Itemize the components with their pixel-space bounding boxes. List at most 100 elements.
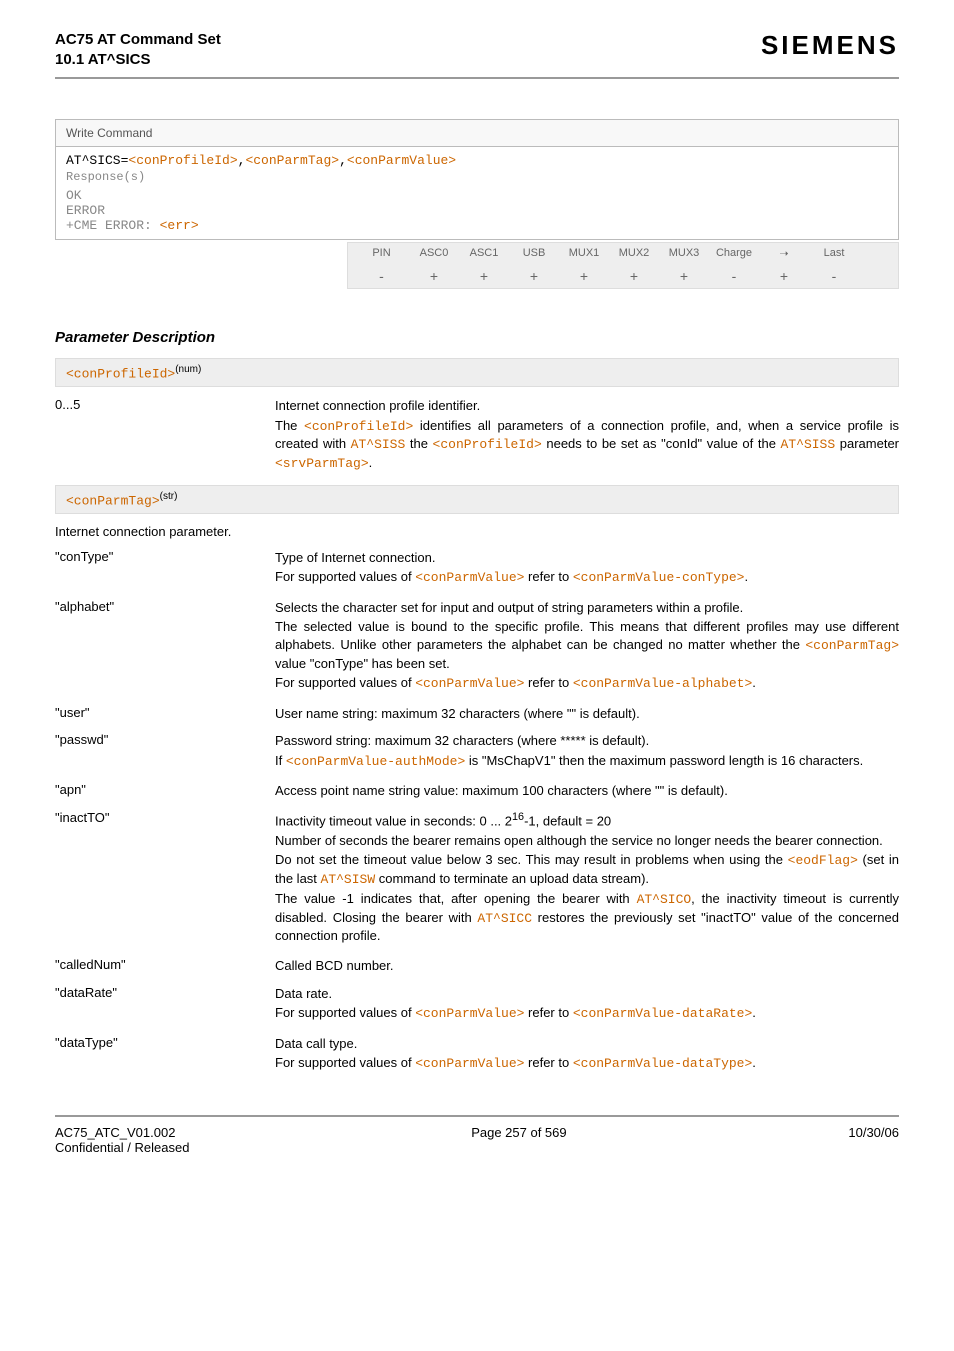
param-link[interactable]: <conProfileId> <box>304 419 413 434</box>
cme-prefix: +CME ERROR: <box>66 218 160 233</box>
param-link[interactable]: <srvParmTag> <box>275 456 369 471</box>
param-key: "passwd" <box>55 732 275 747</box>
footer-left: AC75_ATC_V01.002 Confidential / Released <box>55 1125 189 1155</box>
param-row: "calledNum" Called BCD number. <box>55 957 899 975</box>
param-link[interactable]: <conProfileId> <box>433 437 542 452</box>
param-link[interactable]: <conParmTag> <box>245 153 339 168</box>
footer-date: 10/30/06 <box>848 1125 899 1155</box>
doc-title: AC75 AT Command Set <box>55 30 221 50</box>
param-desc: Type of Internet connection. For support… <box>275 549 899 589</box>
grid-val: - <box>709 268 759 284</box>
grid-head: MUX2 <box>609 247 659 260</box>
param-link[interactable]: <conProfileId> <box>128 153 237 168</box>
param-key: "inactTO" <box>55 810 275 825</box>
syntax-prefix: AT^SICS= <box>66 153 128 168</box>
param-link[interactable]: <conParmValue> <box>415 676 524 691</box>
desc-line: Internet connection profile identifier. <box>275 397 899 415</box>
grid-val: - <box>354 268 409 284</box>
param-row: Internet connection parameter. <box>55 524 899 539</box>
err-link[interactable]: <err> <box>160 218 199 233</box>
capability-grid: PIN ASC0 ASC1 USB MUX1 MUX2 MUX3 Charge … <box>347 242 899 289</box>
param-type: (num) <box>175 364 201 375</box>
param-row: "apn" Access point name string value: ma… <box>55 782 899 800</box>
param-header-conprofileid: <conProfileId>(num) <box>55 358 899 387</box>
param-link[interactable]: <conParmValue-authMode> <box>286 754 465 769</box>
param-range: 0...5 <box>55 397 275 412</box>
grid-head: MUX1 <box>559 247 609 260</box>
grid-header-row: PIN ASC0 ASC1 USB MUX1 MUX2 MUX3 Charge … <box>348 243 898 264</box>
param-link[interactable]: <conParmValue-dataType> <box>573 1056 752 1071</box>
param-link[interactable]: <conParmValue> <box>415 1006 524 1021</box>
write-command-label: Write Command <box>55 119 899 147</box>
grid-val: + <box>659 268 709 284</box>
grid-val: + <box>609 268 659 284</box>
response-ok: OK <box>66 188 888 203</box>
param-key: "calledNum" <box>55 957 275 972</box>
brand-logo: SIEMENS <box>761 30 899 61</box>
param-row: "passwd" Password string: maximum 32 cha… <box>55 732 899 772</box>
cmd-link[interactable]: AT^SICO <box>637 892 692 907</box>
header-titles: AC75 AT Command Set 10.1 AT^SICS <box>55 30 221 69</box>
param-row: "conType" Type of Internet connection. F… <box>55 549 899 589</box>
response-cme: +CME ERROR: <err> <box>66 218 888 233</box>
grid-val: - <box>809 268 859 284</box>
param-link[interactable]: <conParmValue> <box>415 1056 524 1071</box>
param-type: (str) <box>160 491 178 502</box>
doc-subtitle: 10.1 AT^SICS <box>55 50 221 70</box>
page-header: AC75 AT Command Set 10.1 AT^SICS SIEMENS <box>55 30 899 69</box>
param-link[interactable]: <conParmTag> <box>805 638 899 653</box>
param-row: "user" User name string: maximum 32 char… <box>55 705 899 723</box>
grid-head: Last <box>809 247 859 260</box>
param-desc: Called BCD number. <box>275 957 899 975</box>
grid-value-row: - + + + + + + - + - <box>348 264 898 288</box>
param-row: "alphabet" Selects the character set for… <box>55 599 899 695</box>
param-key: "dataType" <box>55 1035 275 1050</box>
bottom-divider <box>55 1115 899 1117</box>
param-header-conparmtag: <conParmTag>(str) <box>55 485 899 514</box>
param-name[interactable]: <conProfileId> <box>66 366 175 381</box>
param-intro: Internet connection parameter. <box>55 524 275 539</box>
param-key: "dataRate" <box>55 985 275 1000</box>
footer-page: Page 257 of 569 <box>471 1125 566 1155</box>
param-key: "alphabet" <box>55 599 275 614</box>
cmd-link[interactable]: AT^SISW <box>321 872 376 887</box>
grid-head: Charge <box>709 247 759 260</box>
param-row: "dataType" Data call type. For supported… <box>55 1035 899 1075</box>
param-desc: Password string: maximum 32 characters (… <box>275 732 899 772</box>
grid-head: MUX3 <box>659 247 709 260</box>
param-row: "dataRate" Data rate. For supported valu… <box>55 985 899 1025</box>
grid-val: + <box>559 268 609 284</box>
param-desc: Data rate. For supported values of <conP… <box>275 985 899 1025</box>
cmd-link[interactable]: AT^SICC <box>477 911 532 926</box>
param-name[interactable]: <conParmTag> <box>66 493 160 508</box>
param-row: "inactTO" Inactivity timeout value in se… <box>55 810 899 947</box>
top-divider <box>55 77 899 79</box>
param-key: "conType" <box>55 549 275 564</box>
grid-val: + <box>409 268 459 284</box>
grid-val: + <box>509 268 559 284</box>
grid-head: ASC1 <box>459 247 509 260</box>
arrow-right-icon: ➝ <box>759 247 809 260</box>
param-link[interactable]: <conParmValue-dataRate> <box>573 1006 752 1021</box>
write-command-syntax: AT^SICS=<conProfileId>,<conParmTag>,<con… <box>55 147 899 240</box>
comma: , <box>339 153 347 168</box>
param-link[interactable]: <conParmValue-conType> <box>573 570 745 585</box>
response-error: ERROR <box>66 203 888 218</box>
cmd-link[interactable]: AT^SISS <box>351 437 406 452</box>
param-desc: Selects the character set for input and … <box>275 599 899 695</box>
param-link[interactable]: <conParmValue> <box>347 153 456 168</box>
param-desc: User name string: maximum 32 characters … <box>275 705 899 723</box>
param-link[interactable]: <conParmValue> <box>415 570 524 585</box>
footer-version: AC75_ATC_V01.002 <box>55 1125 189 1140</box>
param-desc: Internet connection profile identifier. … <box>275 397 899 474</box>
param-link[interactable]: <conParmValue-alphabet> <box>573 676 752 691</box>
param-key: "apn" <box>55 782 275 797</box>
grid-val: + <box>459 268 509 284</box>
responses-label: Response(s) <box>66 170 888 184</box>
param-key: "user" <box>55 705 275 720</box>
section-title: Parameter Description <box>55 329 899 346</box>
page-footer: AC75_ATC_V01.002 Confidential / Released… <box>55 1125 899 1155</box>
param-link[interactable]: <eodFlag> <box>788 853 858 868</box>
grid-head: PIN <box>354 247 409 260</box>
cmd-link[interactable]: AT^SISS <box>781 437 836 452</box>
